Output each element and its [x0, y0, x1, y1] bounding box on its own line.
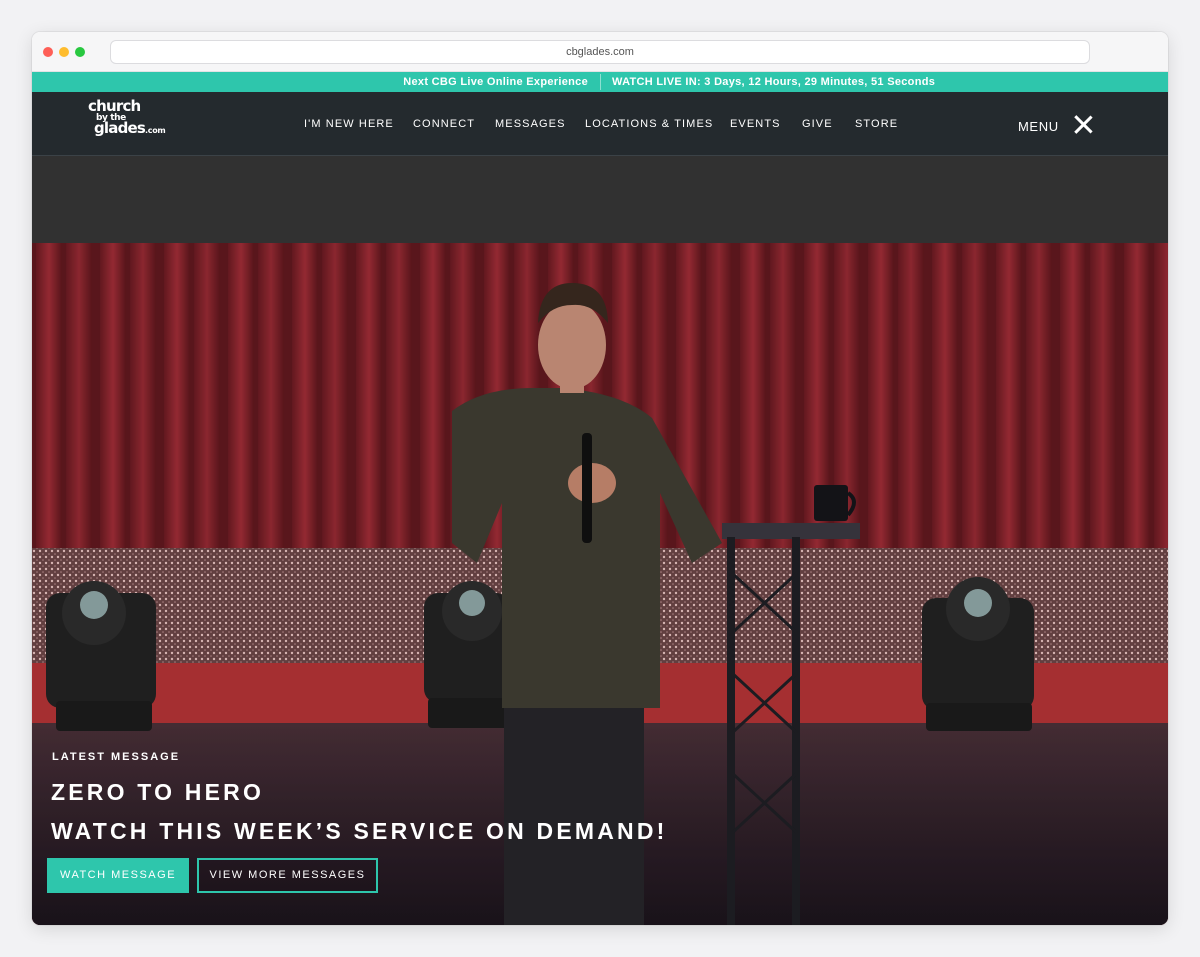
watch-message-button[interactable]: WATCH MESSAGE	[47, 858, 189, 893]
close-window-button[interactable]	[43, 47, 53, 57]
header-spacer	[32, 156, 1168, 243]
minimize-window-button[interactable]	[59, 47, 69, 57]
main-navigation: church by the glades.com I'M NEW HERE CO…	[32, 92, 1168, 156]
hero-section: LATEST MESSAGE ZERO TO HERO WATCH THIS W…	[32, 243, 1168, 925]
countdown-text: WATCH LIVE IN: 3 Days, 12 Hours, 29 Minu…	[612, 76, 936, 88]
browser-chrome: cbglades.com	[32, 32, 1168, 72]
close-icon[interactable]	[1073, 114, 1093, 134]
nav-item-im-new-here[interactable]: I'M NEW HERE	[304, 118, 394, 130]
nav-item-events[interactable]: EVENTS	[730, 118, 781, 130]
announcement-left: Next CBG Live Online Experience	[403, 76, 588, 88]
view-more-messages-button[interactable]: VIEW MORE MESSAGES	[197, 858, 378, 893]
menu-label: MENU	[1018, 118, 1059, 134]
nav-item-give[interactable]: GIVE	[802, 118, 833, 130]
menu-toggle-button[interactable]: MENU	[1018, 114, 1093, 134]
hero-subtitle: WATCH THIS WEEK’S SERVICE ON DEMAND!	[51, 818, 668, 844]
nav-item-store[interactable]: STORE	[855, 118, 898, 130]
nav-item-connect[interactable]: CONNECT	[413, 118, 475, 130]
hero-eyebrow: LATEST MESSAGE	[52, 751, 181, 763]
hero-text-block: LATEST MESSAGE ZERO TO HERO WATCH THIS W…	[51, 751, 668, 845]
hero-title: ZERO TO HERO	[51, 779, 265, 805]
announcement-bar[interactable]: Next CBG Live Online Experience WATCH LI…	[32, 72, 1168, 92]
maximize-window-button[interactable]	[75, 47, 85, 57]
announcement-divider	[600, 74, 601, 90]
nav-links: I'M NEW HERE CONNECT MESSAGES LOCATIONS …	[32, 92, 1168, 156]
address-bar[interactable]: cbglades.com	[110, 40, 1090, 64]
nav-item-messages[interactable]: MESSAGES	[495, 118, 566, 130]
nav-item-locations-times[interactable]: LOCATIONS & TIMES	[585, 118, 713, 130]
browser-window: cbglades.com Next CBG Live Online Experi…	[32, 32, 1168, 925]
